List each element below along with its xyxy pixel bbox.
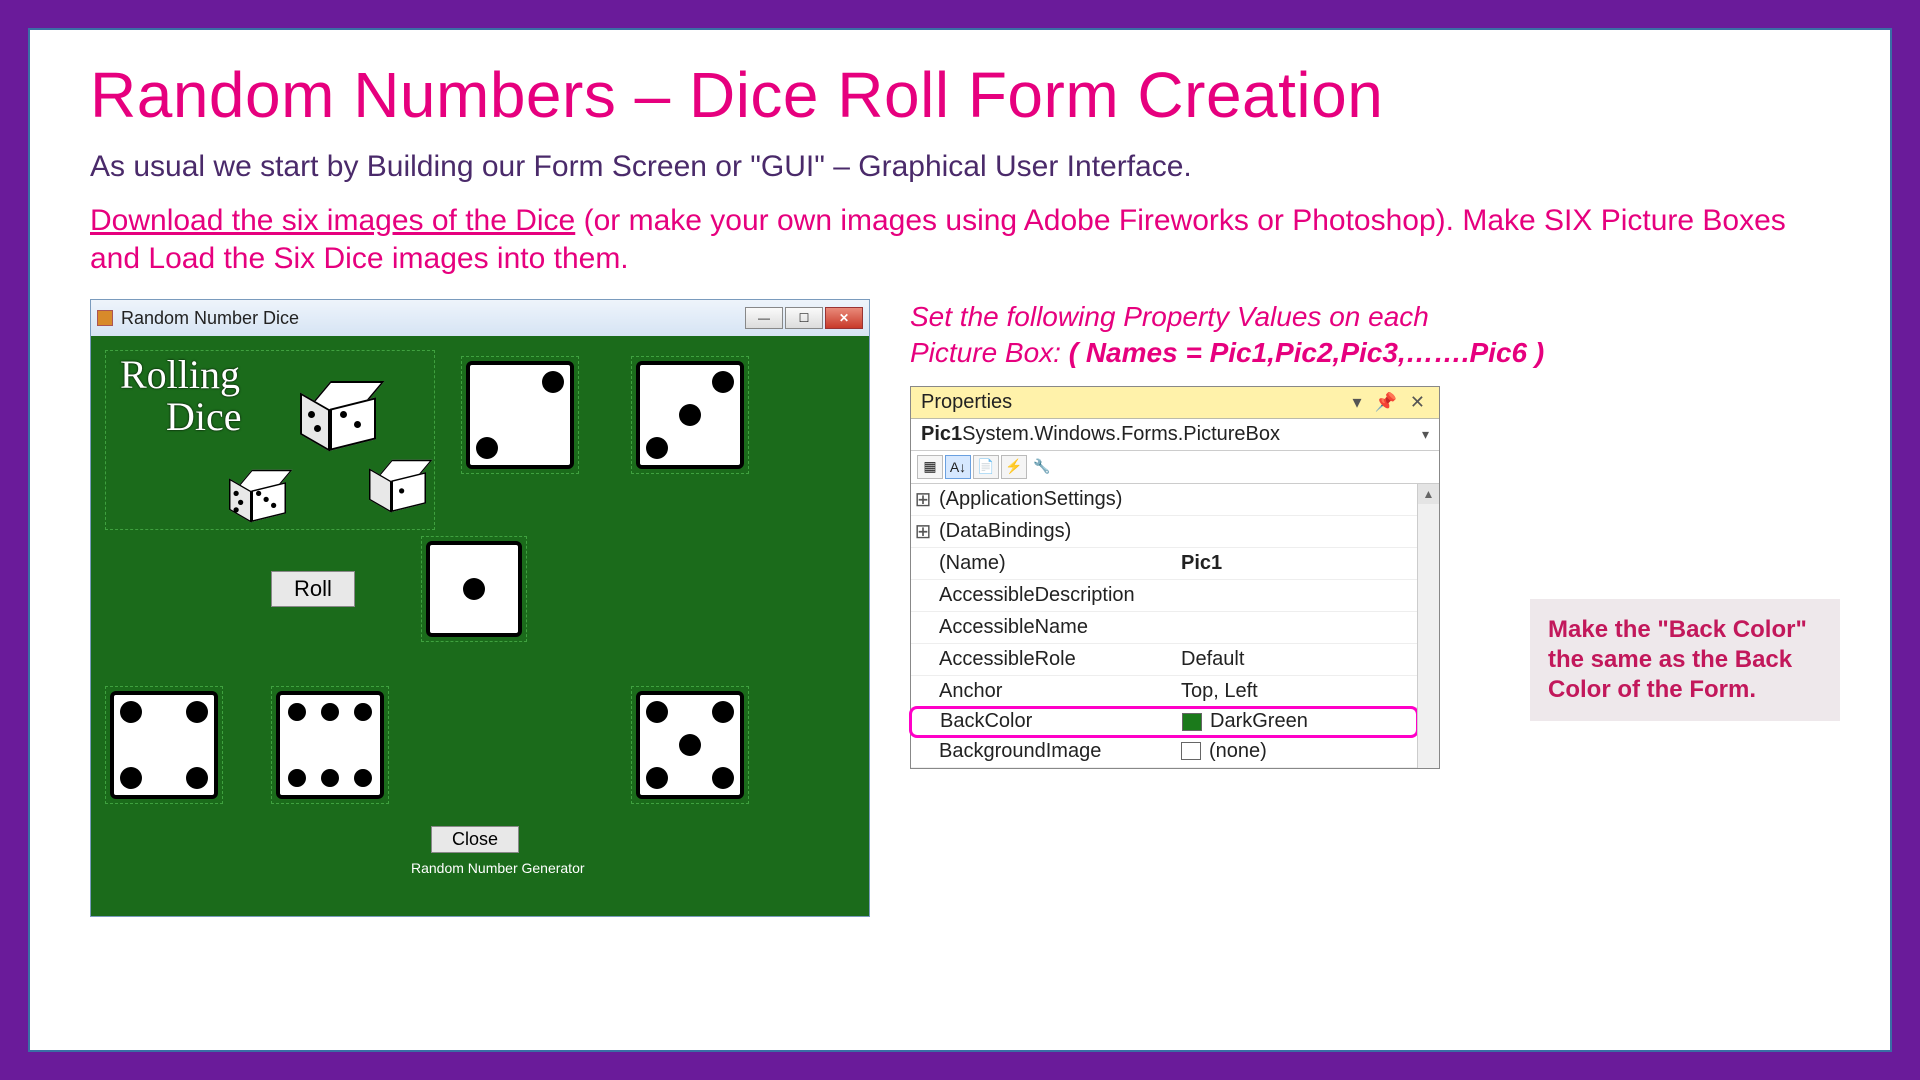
color-swatch <box>1182 713 1202 731</box>
iso-die-1 <box>296 381 376 451</box>
property-value[interactable]: DarkGreen <box>1176 710 1416 733</box>
pic5-picturebox[interactable] <box>631 686 749 804</box>
app-icon <box>97 310 113 326</box>
properties-body: ⊞(ApplicationSettings)⊞(DataBindings)(Na… <box>911 484 1439 768</box>
property-key: BackgroundImage <box>935 740 1175 763</box>
slide-frame: Random Numbers – Dice Roll Form Creation… <box>0 0 1920 1080</box>
property-row[interactable]: (Name)Pic1 <box>911 548 1417 580</box>
scroll-up-icon[interactable]: ▲ <box>1418 484 1439 504</box>
form-body: Rolling Dice <box>91 336 869 916</box>
property-key: (DataBindings) <box>935 520 1175 543</box>
logo-text-line2: Dice <box>106 393 252 435</box>
right-column: Set the following Property Values on eac… <box>910 299 1830 769</box>
backcolor-callout: Make the "Back Color" the same as the Ba… <box>1530 599 1840 721</box>
instr-line2-prefix: Picture Box: <box>910 337 1069 368</box>
window-title: Random Number Dice <box>121 308 299 329</box>
events-icon[interactable]: ⚡ <box>1001 455 1027 479</box>
properties-titlebar[interactable]: Properties ▾ 📌 ✕ <box>911 387 1439 419</box>
pic6-picturebox[interactable] <box>271 686 389 804</box>
selected-object-type: System.Windows.Forms.PictureBox <box>962 423 1280 446</box>
maximize-button[interactable]: ☐ <box>785 307 823 329</box>
property-row[interactable]: ⊞(ApplicationSettings) <box>911 484 1417 516</box>
download-link[interactable]: Download the six images of the Dice <box>90 204 575 237</box>
intro-text: As usual we start by Building our Form S… <box>90 150 1830 184</box>
die-face-6 <box>276 691 384 799</box>
rolling-dice-logo: Rolling Dice <box>105 350 435 530</box>
property-pages-icon[interactable]: 📄 <box>973 455 999 479</box>
color-swatch <box>1181 742 1201 760</box>
property-row[interactable]: BackColorDarkGreen <box>909 706 1419 738</box>
categorized-icon[interactable]: ▦ <box>917 455 943 479</box>
selected-object-name: Pic1 <box>921 423 962 446</box>
pic2-picturebox[interactable] <box>461 356 579 474</box>
die-face-2 <box>466 361 574 469</box>
lower-content: Random Number Dice — ☐ ✕ Rolling Dice <box>90 299 1830 917</box>
die-face-4 <box>110 691 218 799</box>
property-key: (ApplicationSettings) <box>935 488 1175 511</box>
expand-icon[interactable]: ⊞ <box>911 519 935 544</box>
page-title: Random Numbers – Dice Roll Form Creation <box>90 58 1830 132</box>
property-key: AccessibleRole <box>935 648 1175 671</box>
property-key: AccessibleName <box>935 616 1175 639</box>
roll-button[interactable]: Roll <box>271 571 355 607</box>
property-key: AccessibleDescription <box>935 584 1175 607</box>
iso-die-2 <box>366 460 426 513</box>
die-face-3 <box>636 361 744 469</box>
properties-grid[interactable]: ⊞(ApplicationSettings)⊞(DataBindings)(Na… <box>911 484 1417 768</box>
property-row[interactable]: AccessibleDescription <box>911 580 1417 612</box>
property-value[interactable]: (none) <box>1175 740 1417 763</box>
instr-names: ( Names = Pic1,Pic2,Pic3,…….Pic6 ) <box>1069 337 1544 368</box>
die-face-1 <box>426 541 522 637</box>
pic3-picturebox[interactable] <box>631 356 749 474</box>
property-instruction: Set the following Property Values on eac… <box>910 299 1830 372</box>
iso-die-3 <box>226 470 286 523</box>
die-face-5 <box>636 691 744 799</box>
pic4-picturebox[interactable] <box>105 686 223 804</box>
pic1-picturebox[interactable] <box>421 536 527 642</box>
form-caption: Random Number Generator <box>411 860 585 876</box>
window-titlebar[interactable]: Random Number Dice — ☐ ✕ <box>91 300 869 336</box>
instruction-paragraph: Download the six images of the Dice (or … <box>90 202 1830 277</box>
panel-action-icons[interactable]: ▾ 📌 ✕ <box>1352 392 1429 413</box>
properties-scrollbar[interactable]: ▲ <box>1417 484 1439 768</box>
property-key: (Name) <box>935 552 1175 575</box>
window-close-button[interactable]: ✕ <box>825 307 863 329</box>
property-value[interactable]: Top, Left <box>1175 680 1417 703</box>
property-row[interactable]: BackgroundImage(none) <box>911 736 1417 768</box>
alphabetical-icon[interactable]: A↓ <box>945 455 971 479</box>
close-button[interactable]: Close <box>431 826 519 853</box>
property-row[interactable]: AccessibleRoleDefault <box>911 644 1417 676</box>
slide-card: Random Numbers – Dice Roll Form Creation… <box>28 28 1892 1052</box>
property-key: Anchor <box>935 680 1175 703</box>
expand-icon[interactable]: ⊞ <box>911 487 935 512</box>
minimize-button[interactable]: — <box>745 307 783 329</box>
property-value[interactable]: Default <box>1175 648 1417 671</box>
properties-object-row[interactable]: Pic1 System.Windows.Forms.PictureBox ▾ <box>911 419 1439 451</box>
properties-title: Properties <box>921 391 1012 414</box>
property-row[interactable]: AnchorTop, Left <box>911 676 1417 708</box>
properties-toolbar: ▦ A↓ 📄 ⚡ 🔧 <box>911 451 1439 484</box>
property-row[interactable]: ⊞(DataBindings) <box>911 516 1417 548</box>
property-row[interactable]: AccessibleName <box>911 612 1417 644</box>
property-value[interactable]: Pic1 <box>1175 552 1417 575</box>
properties-panel: Properties ▾ 📌 ✕ Pic1 System.Windows.For… <box>910 386 1440 769</box>
instr-line1: Set the following Property Values on eac… <box>910 301 1429 332</box>
wrench-icon[interactable]: 🔧 <box>1029 455 1055 479</box>
object-dropdown-icon[interactable]: ▾ <box>1422 426 1429 443</box>
dice-form-window: Random Number Dice — ☐ ✕ Rolling Dice <box>90 299 870 917</box>
logo-text-line1: Rolling <box>106 351 250 393</box>
property-key: BackColor <box>936 710 1176 733</box>
